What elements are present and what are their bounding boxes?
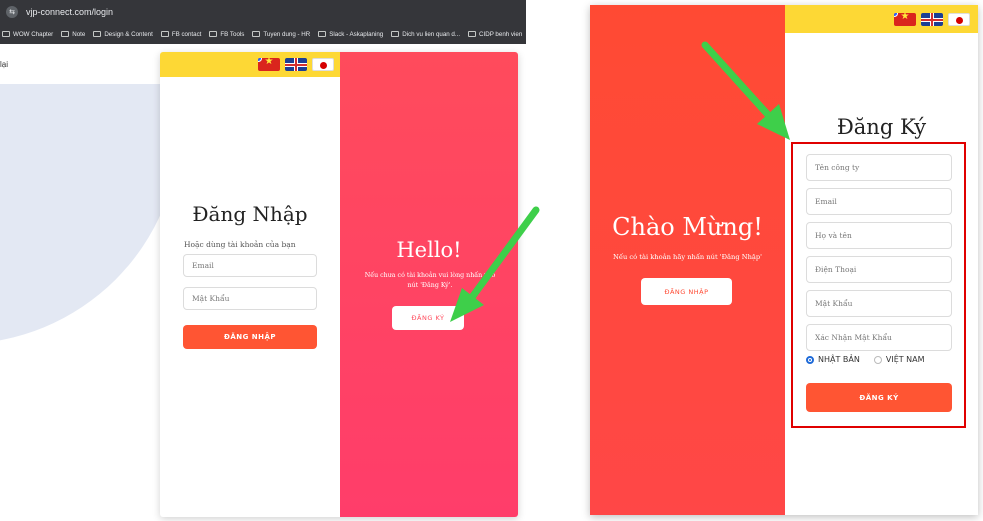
selected-indicator [258,58,262,62]
hello-subtitle: Nếu chưa có tài khoản vui lòng nhấn vào … [364,272,496,289]
japan-flag-icon[interactable] [948,13,970,26]
language-flags [258,58,334,71]
url-text[interactable]: vjp-connect.com/login [26,7,113,17]
uk-flag-icon[interactable] [285,58,307,71]
bookmark-label: FB contact [171,30,202,38]
bookmark-item[interactable]: CIDP benh vien [468,31,522,38]
page-corner-text: lại [0,60,9,69]
hello-title: Hello! [396,238,462,262]
login-title: Đăng Nhập [192,202,308,226]
folder-icon [2,31,10,37]
login-card: Đăng Nhập Hoặc dùng tài khoản của bạn Em… [160,52,518,517]
background-blob [0,84,180,344]
register-title: Đăng Ký [836,115,927,139]
vietnam-flag-icon[interactable] [258,58,280,71]
bookmark-label: CIDP benh vien [479,30,523,38]
folder-icon [93,31,102,37]
register-button[interactable]: ĐĂNG KÝ [392,306,464,330]
folder-icon [252,31,261,37]
browser-chrome: ⇆ vjp-connect.com/login WOW Chapter Note… [0,0,526,44]
selected-indicator [894,13,898,17]
site-info-icon[interactable]: ⇆ [6,6,18,18]
welcome-title: Chào Mừng! [612,213,763,241]
uk-flag-icon[interactable] [921,13,943,26]
folder-icon [391,31,400,37]
highlight-box [791,142,966,428]
folder-icon [318,31,327,37]
folder-icon [209,31,218,37]
login-subtitle: Hoặc dùng tài khoản của bạn [184,240,296,249]
bookmark-item[interactable]: FB Tools [209,31,244,38]
bookmark-item[interactable]: Slack - Askaplaning [318,31,383,38]
flag-cross [921,18,943,21]
bookmark-item[interactable]: Dich vu lien quan d... [391,31,460,38]
welcome-login-button[interactable]: ĐĂNG NHẬP [641,278,732,305]
folder-icon [160,31,169,37]
bookmark-item[interactable]: Tuyen dung - HR [252,31,310,38]
bookmark-label: Slack - Askaplaning [329,30,384,38]
bookmark-label: Note [72,30,86,38]
bookmark-label: FB Tools [220,30,245,38]
vietnam-flag-icon[interactable] [894,13,916,26]
bookmarks-bar: WOW Chapter Note Design & Content FB con… [0,24,526,44]
bookmark-label: WOW Chapter [13,30,54,38]
language-bar [785,5,978,33]
welcome-subtitle: Nếu có tài khoản hãy nhấn nút 'Đăng Nhập… [612,253,762,261]
bookmark-item[interactable]: Design & Content [93,31,153,38]
japan-flag-icon[interactable] [312,58,334,71]
bookmark-label: Design & Content [104,30,153,38]
folder-icon [468,31,477,37]
flag-cross [285,63,307,66]
bookmark-label: Dich vu lien quan d... [402,30,461,38]
bookmark-item[interactable]: Note [61,31,85,38]
login-button[interactable]: ĐĂNG NHẬP [183,325,317,349]
password-field[interactable]: Mật Khẩu [183,287,317,310]
language-flags [894,13,970,26]
email-field[interactable]: Email [183,254,317,277]
bookmark-item[interactable]: WOW Chapter [2,31,53,38]
composite-screenshot: lại ⇆ vjp-connect.com/login WOW Chapter … [0,0,983,521]
register-screenshot: Chào Mừng! Nếu có tài khoản hãy nhấn nút… [590,5,978,515]
login-screenshot: lại ⇆ vjp-connect.com/login WOW Chapter … [0,0,526,521]
address-bar[interactable]: ⇆ vjp-connect.com/login [0,0,526,24]
folder-icon [61,31,70,37]
bookmark-item[interactable]: FB contact [160,30,202,38]
language-bar [160,52,340,77]
bookmark-label: Tuyen dung - HR [263,30,311,38]
